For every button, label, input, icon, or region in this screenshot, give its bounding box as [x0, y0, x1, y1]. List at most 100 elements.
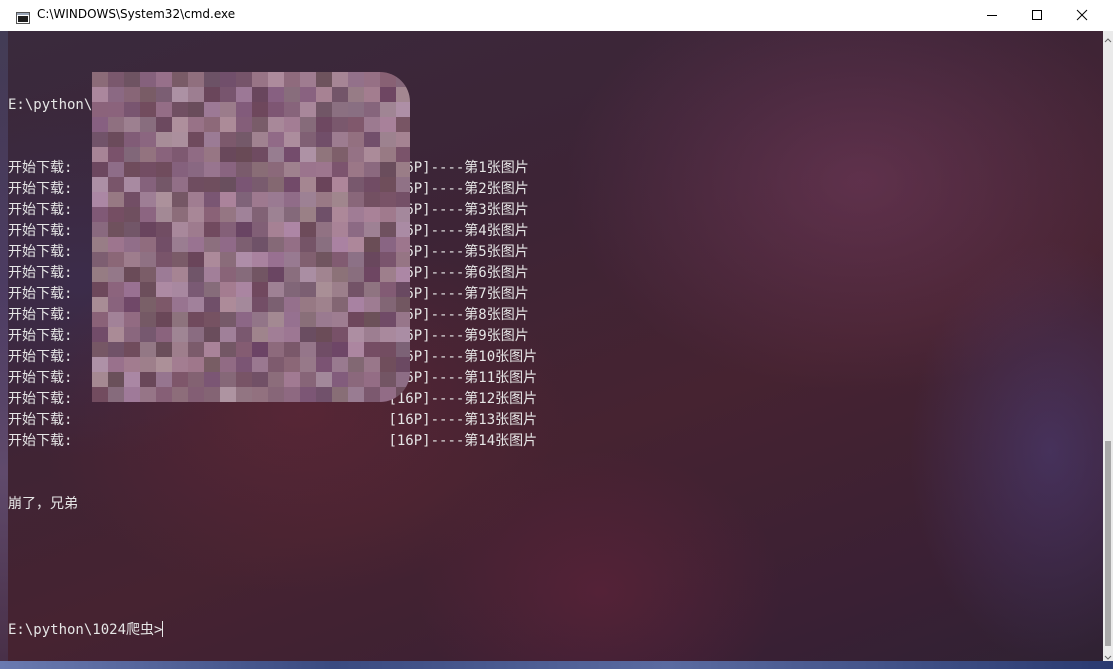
maximize-icon — [1031, 6, 1043, 25]
download-prefix: 开始下载: — [8, 160, 73, 176]
mosaic-cell — [332, 357, 348, 372]
mosaic-cell — [92, 327, 108, 342]
mosaic-cell — [332, 252, 348, 267]
mosaic-cell — [92, 297, 108, 312]
mosaic-cell — [140, 192, 156, 207]
mosaic-cell — [220, 72, 236, 87]
mosaic-cell — [236, 372, 252, 387]
mosaic-cell — [348, 327, 364, 342]
mosaic-cell — [140, 312, 156, 327]
mosaic-cell — [364, 72, 380, 87]
minimize-button[interactable] — [969, 0, 1015, 31]
scroll-thumb[interactable] — [1105, 441, 1111, 646]
mosaic-cell — [108, 312, 124, 327]
mosaic-cell — [188, 267, 204, 282]
minimize-icon — [986, 6, 998, 25]
mosaic-cell — [204, 297, 220, 312]
mosaic-cell — [364, 207, 380, 222]
mosaic-cell — [332, 327, 348, 342]
console-area[interactable]: E:\python\1024爬虫>python 1024.py 开始下载:[16… — [0, 31, 1103, 661]
download-prefix: 开始下载: — [8, 370, 73, 386]
mosaic-cell — [380, 222, 396, 237]
mosaic-cell — [188, 372, 204, 387]
mosaic-cell — [108, 237, 124, 252]
scroll-up-button[interactable] — [1103, 31, 1113, 43]
mosaic-cell — [92, 222, 108, 237]
mosaic-cell — [156, 282, 172, 297]
mosaic-cell — [220, 297, 236, 312]
mosaic-cell — [220, 102, 236, 117]
mosaic-cell — [108, 282, 124, 297]
mosaic-cell — [172, 342, 188, 357]
download-line: 开始下载: [16P]----第13张图片 — [8, 410, 537, 431]
mosaic-cell — [396, 282, 410, 297]
mosaic-cell — [236, 132, 252, 147]
mosaic-cell — [204, 72, 220, 87]
mosaic-cell — [300, 297, 316, 312]
mosaic-cell — [220, 177, 236, 192]
mosaic-cell — [268, 237, 284, 252]
mosaic-cell — [236, 177, 252, 192]
mosaic-cell — [140, 327, 156, 342]
mosaic-cell — [156, 237, 172, 252]
mosaic-cell — [348, 342, 364, 357]
mosaic-cell — [348, 207, 364, 222]
mosaic-cell — [316, 102, 332, 117]
mosaic-cell — [172, 162, 188, 177]
mosaic-cell — [364, 252, 380, 267]
mosaic-cell — [140, 132, 156, 147]
mosaic-cell — [396, 87, 410, 102]
mosaic-cell — [156, 102, 172, 117]
mosaic-cell — [284, 267, 300, 282]
mosaic-cell — [220, 117, 236, 132]
mosaic-cell — [300, 267, 316, 282]
mosaic-cell — [332, 147, 348, 162]
mosaic-cell — [124, 282, 140, 297]
mosaic-cell — [268, 147, 284, 162]
mosaic-cell — [156, 162, 172, 177]
mosaic-cell — [348, 267, 364, 282]
title-bar[interactable]: C:\WINDOWS\System32\cmd.exe — [0, 0, 1113, 31]
mosaic-cell — [348, 237, 364, 252]
mosaic-cell — [188, 132, 204, 147]
close-button[interactable] — [1059, 0, 1105, 31]
mosaic-cell — [236, 147, 252, 162]
mosaic-cell — [380, 207, 396, 222]
mosaic-cell — [220, 252, 236, 267]
mosaic-cell — [268, 102, 284, 117]
mosaic-cell — [252, 222, 268, 237]
mosaic-cell — [284, 297, 300, 312]
mosaic-cell — [268, 282, 284, 297]
mosaic-cell — [380, 192, 396, 207]
mosaic-cell — [348, 387, 364, 402]
mosaic-cell — [172, 177, 188, 192]
mosaic-cell — [332, 192, 348, 207]
prompt-line[interactable]: E:\python\1024爬虫> — [8, 620, 537, 641]
download-prefix: 开始下载: — [8, 412, 73, 428]
window-title: C:\WINDOWS\System32\cmd.exe — [37, 7, 236, 21]
download-prefix: 开始下载: — [8, 307, 73, 323]
mosaic-cell — [92, 372, 108, 387]
mosaic-cell — [268, 72, 284, 87]
mosaic-cell — [204, 342, 220, 357]
mosaic-cell — [204, 357, 220, 372]
mosaic-cell — [284, 87, 300, 102]
mosaic-cell — [268, 327, 284, 342]
mosaic-cell — [348, 222, 364, 237]
vertical-scrollbar[interactable] — [1103, 31, 1113, 661]
mosaic-cell — [380, 312, 396, 327]
mosaic-cell — [220, 372, 236, 387]
mosaic-cell — [220, 237, 236, 252]
mosaic-cell — [204, 132, 220, 147]
maximize-button[interactable] — [1014, 0, 1060, 31]
mosaic-cell — [348, 87, 364, 102]
mosaic-cell — [172, 327, 188, 342]
mosaic-cell — [396, 222, 410, 237]
mosaic-cell — [204, 207, 220, 222]
mosaic-cell — [156, 132, 172, 147]
mosaic-cell — [268, 252, 284, 267]
crash-message: 崩了，兄弟 — [8, 496, 78, 512]
scroll-down-button[interactable] — [1103, 649, 1113, 661]
mosaic-cell — [364, 237, 380, 252]
mosaic-cell — [252, 177, 268, 192]
